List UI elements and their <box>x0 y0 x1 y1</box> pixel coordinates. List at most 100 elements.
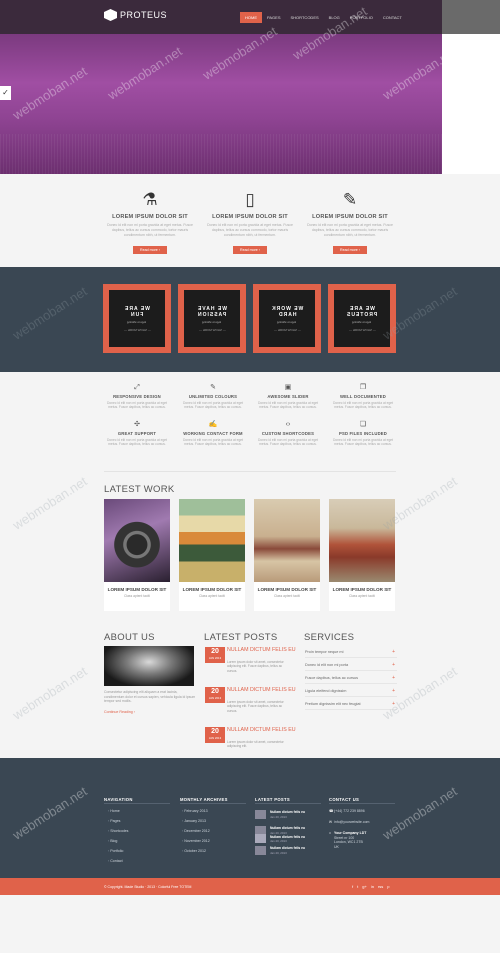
check-icon[interactable]: ✓ <box>0 86 11 100</box>
tile-more: — SHOW MORE — <box>198 327 226 332</box>
footer-link[interactable]: Contact <box>108 859 122 863</box>
portfolio-title[interactable]: LOREM IPSUM DOLOR SIT <box>329 587 395 593</box>
rss-icon[interactable]: rss <box>378 884 383 889</box>
tile-more: — SHOW MORE — <box>123 327 151 332</box>
post-thumbnail[interactable] <box>255 834 266 843</box>
read-more-button[interactable]: Read more › <box>133 246 167 254</box>
contact-address: ⌂ Your Company LDT Street nr 100 London, WC… <box>329 831 367 849</box>
site-header: PROTEUS HOME PAGES SHORTCODES BLOG PORTF… <box>0 0 500 34</box>
portfolio-item[interactable]: LOREM IPSUM DOLOR SIT Class aptent tacit… <box>179 499 245 611</box>
tile-title-2: HARD <box>277 311 297 318</box>
tile-sub: logo is shining <box>202 319 222 324</box>
nav-blog[interactable]: BLOG <box>324 12 345 23</box>
service-link[interactable]: Ligula eleifend dignissim + <box>305 685 397 697</box>
feature-text: Donec id elit non mi porta gravida at eg… <box>307 223 393 237</box>
portfolio-image[interactable] <box>179 499 245 582</box>
portfolio-item[interactable]: LOREM IPSUM DOLOR SIT Class aptent tacit… <box>254 499 320 611</box>
logo[interactable]: PROTEUS <box>104 9 167 21</box>
feature-title: LOREM IPSUM DOLOR SIT <box>212 214 288 220</box>
footer-post[interactable]: Nullam dictum felis eu Jan 20, 2013 <box>255 834 321 846</box>
portfolio-item[interactable]: LOREM IPSUM DOLOR SIT Class aptent tacit… <box>329 499 395 611</box>
portfolio-image[interactable] <box>104 499 170 582</box>
service-title: RESPONSIVE DESIGN <box>113 394 161 399</box>
post-date: 20 JAN 2013 <box>205 687 225 703</box>
service-link[interactable]: Donec id elit non mi porta + <box>305 659 397 671</box>
feature-title: LOREM IPSUM DOLOR SIT <box>112 214 188 220</box>
highlights-band <box>0 267 500 372</box>
highlight-tile[interactable]: WE ARE PROTEUS logo is shining — SHOW MO… <box>328 284 396 353</box>
post-item[interactable]: 20 JAN 2013 NULLAM DICTUM FELIS EU Lorem … <box>205 687 297 717</box>
plus-icon[interactable]: + <box>392 672 395 684</box>
archive-link[interactable]: December 2012 <box>182 829 210 833</box>
portfolio-sub: Class aptent taciti <box>273 593 301 598</box>
plus-icon[interactable]: + <box>392 646 395 658</box>
twitter-icon[interactable]: t <box>357 884 358 889</box>
service-link[interactable]: Proin tempor neque mi + <box>305 646 397 658</box>
archive-link[interactable]: November 2012 <box>182 839 210 843</box>
footer-link[interactable]: Pages <box>108 819 120 823</box>
footer-link[interactable]: Shortcodes <box>108 829 128 833</box>
plus-icon[interactable]: + <box>392 698 395 710</box>
service-text: Donec id elit non mi porta gravida at eg… <box>182 401 244 410</box>
footer-divider <box>180 803 246 804</box>
portfolio-title[interactable]: LOREM IPSUM DOLOR SIT <box>104 587 170 593</box>
read-more-button[interactable]: Read more › <box>333 246 367 254</box>
footer-posts-title: LATEST POSTS <box>255 797 290 802</box>
post-title[interactable]: NULLAM DICTUM FELIS EU <box>227 727 297 733</box>
nav-home[interactable]: HOME <box>240 12 262 23</box>
nav-pages[interactable]: PAGES <box>262 12 286 23</box>
archive-link[interactable]: February 2013 <box>182 809 207 813</box>
post-title[interactable]: NULLAM DICTUM FELIS EU <box>227 687 297 693</box>
archive-link[interactable]: October 2012 <box>182 849 206 853</box>
post-excerpt: Lorem ipsum dolor sit amet, consectetur … <box>227 660 284 673</box>
highlight-tile[interactable]: WE WORK HARD logo is shining — SHOW MORE… <box>253 284 321 353</box>
read-more-button[interactable]: Read more › <box>233 246 267 254</box>
highlight-tile[interactable]: WE ARE FUN logo is shining — SHOW MORE — <box>103 284 171 353</box>
footer-post[interactable]: Nullam dictum felis eu Jan 20, 2013 <box>255 810 321 822</box>
google-plus-icon[interactable]: g+ <box>362 884 367 889</box>
footer-link[interactable]: Blog <box>108 839 117 843</box>
continue-reading-link[interactable]: Continue Reading › <box>104 710 135 714</box>
header-side-panel <box>442 0 500 34</box>
document-icon: ❐ <box>359 384 367 391</box>
brush-icon: ✎ <box>210 384 216 391</box>
portfolio-item[interactable]: LOREM IPSUM DOLOR SIT Class aptent tacit… <box>104 499 170 611</box>
portfolio-image[interactable] <box>254 499 320 582</box>
portfolio-title[interactable]: LOREM IPSUM DOLOR SIT <box>254 587 320 593</box>
post-thumbnail[interactable] <box>255 810 266 819</box>
service-text: Donec id elit non mi porta gravida at eg… <box>257 438 319 447</box>
footer-post[interactable]: Nullam dictum felis eu Jan 20, 2013 <box>255 846 321 858</box>
post-title[interactable]: NULLAM DICTUM FELIS EU <box>227 647 297 653</box>
service-item: ⤢ RESPONSIVE DESIGN Donec id elit non mi… <box>102 384 172 410</box>
facebook-icon[interactable]: f <box>352 884 353 889</box>
post-thumbnail[interactable] <box>255 846 266 855</box>
portfolio-title[interactable]: LOREM IPSUM DOLOR SIT <box>179 587 245 593</box>
feature-text: Donec id elit non mi porta gravida at eg… <box>107 223 193 237</box>
plus-icon[interactable]: + <box>392 685 395 697</box>
pinterest-icon[interactable]: p <box>387 884 389 889</box>
nav-contact[interactable]: CONTACT <box>378 12 407 23</box>
flask-icon: ⚗ <box>142 190 158 209</box>
nav-shortcodes[interactable]: SHORTCODES <box>286 12 324 23</box>
linkedin-icon[interactable]: in <box>371 884 374 889</box>
service-link[interactable]: Pretium dignissim elit nec feugiat + <box>305 698 397 710</box>
footer-link[interactable]: Portfolio <box>108 849 123 853</box>
archive-link[interactable]: January 2013 <box>182 819 206 823</box>
post-date: 20 JAN 2013 <box>205 647 225 663</box>
portfolio-image[interactable] <box>329 499 395 582</box>
footer-link[interactable]: Home <box>108 809 120 813</box>
logo-text: PROTEUS <box>120 10 168 20</box>
edit-icon: ✍ <box>208 421 218 428</box>
post-item[interactable]: 20 JAN 2013 NULLAM DICTUM FELIS EU Lorem … <box>205 727 297 757</box>
service-title: AWESOME SLIDER <box>267 394 309 399</box>
contact-email[interactable]: ✉ info@yourwebsite.com <box>329 820 369 825</box>
hero-slider[interactable]: ✓ <box>0 34 442 174</box>
post-item[interactable]: 20 JAN 2013 NULLAM DICTUM FELIS EU Lorem … <box>205 647 297 677</box>
nav-portfolio[interactable]: PORTFOLIO <box>345 12 378 23</box>
highlight-tile[interactable]: WE HAVE PASSION logo is shining — SHOW M… <box>178 284 246 353</box>
post-date: 20 JAN 2013 <box>205 727 225 743</box>
contact-phone: ☎(+44) 772 239 8896 <box>329 809 365 813</box>
plus-icon[interactable]: + <box>392 659 395 671</box>
service-link[interactable]: Fusce dapibus, tellus ac cursus + <box>305 672 397 684</box>
expand-icon: ⤢ <box>134 384 140 391</box>
